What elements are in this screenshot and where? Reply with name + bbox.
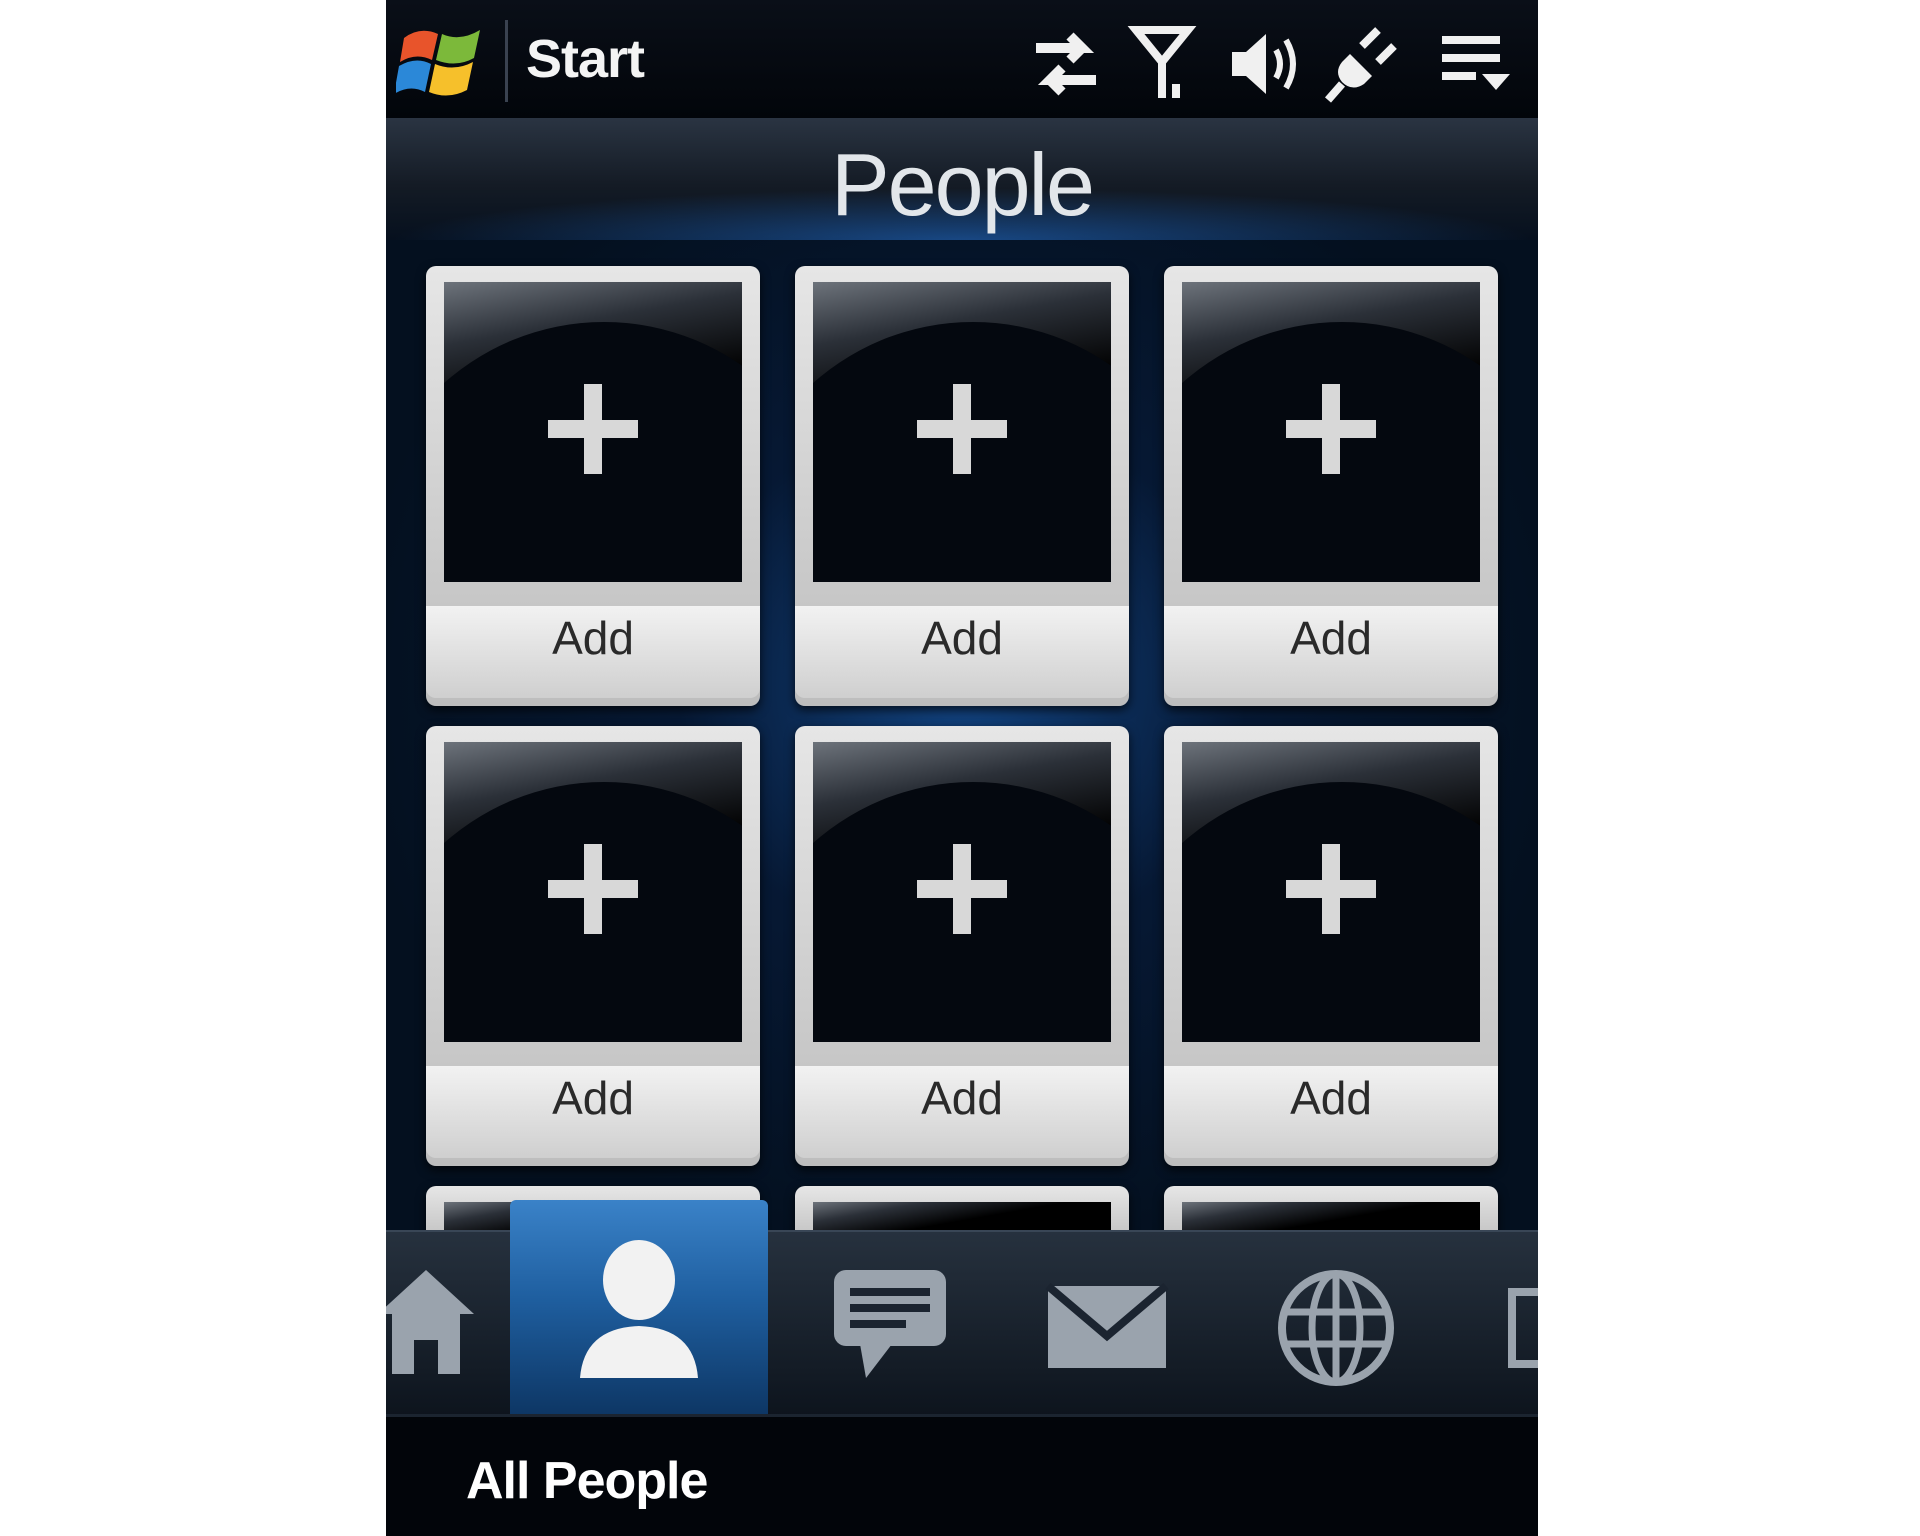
add-contact-tile[interactable]: Add <box>795 726 1129 1166</box>
add-contact-tile[interactable]: Add <box>1164 726 1498 1166</box>
globe-icon <box>1278 1270 1394 1386</box>
tab-mail[interactable] <box>1006 1232 1206 1416</box>
tile-label: Add <box>426 606 760 698</box>
partial-tab-icon <box>1508 1288 1538 1368</box>
tab-partial[interactable] <box>1506 1232 1538 1416</box>
partial-contact-tile[interactable] <box>1164 1186 1498 1230</box>
power-plug-icon[interactable] <box>1322 22 1402 106</box>
tile-label: Add <box>795 606 1129 698</box>
sync-arrows-icon[interactable] <box>1026 22 1106 106</box>
plus-icon <box>548 844 638 934</box>
all-people-softkey[interactable]: All People <box>466 1451 708 1511</box>
tile-label: Add <box>795 1066 1129 1158</box>
plus-icon <box>917 384 1007 474</box>
envelope-icon <box>1045 1282 1169 1368</box>
status-divider <box>505 20 508 102</box>
plus-icon <box>1286 844 1376 934</box>
add-contact-tile[interactable]: Add <box>426 266 760 706</box>
tab-internet[interactable] <box>1236 1232 1436 1416</box>
tab-messages[interactable] <box>786 1232 986 1416</box>
start-button[interactable]: Start <box>526 28 645 90</box>
page-title: People <box>830 135 1095 234</box>
signal-antenna-icon[interactable] <box>1126 22 1206 106</box>
tile-photo-placeholder <box>444 742 742 1042</box>
tile-label: Add <box>1164 606 1498 698</box>
add-contact-tile[interactable]: Add <box>1164 266 1498 706</box>
tile-photo-placeholder <box>813 742 1111 1042</box>
status-bar: Start <box>386 0 1538 118</box>
plus-icon <box>548 384 638 474</box>
message-bubble-icon <box>834 1270 946 1378</box>
page-header: People <box>386 118 1538 242</box>
home-icon <box>386 1270 474 1374</box>
tile-photo-placeholder <box>444 282 742 582</box>
plus-icon <box>917 844 1007 934</box>
speaker-volume-icon[interactable] <box>1226 22 1306 106</box>
tile-photo-placeholder <box>813 282 1111 582</box>
footer-bar: All People <box>386 1414 1538 1536</box>
windows-logo-icon[interactable] <box>396 16 488 108</box>
tile-photo-placeholder <box>813 1202 1111 1230</box>
tile-label: Add <box>426 1066 760 1158</box>
tile-photo-placeholder <box>1182 742 1480 1042</box>
phone-screen: Start People Add Add Add Add Add Add All… <box>386 0 1538 1536</box>
tile-photo-placeholder <box>1182 1202 1480 1230</box>
menu-dropdown-icon[interactable] <box>1436 22 1516 106</box>
tab-bar <box>386 1200 1538 1416</box>
plus-icon <box>1286 384 1376 474</box>
person-icon <box>580 1240 698 1378</box>
tile-photo-placeholder <box>1182 282 1480 582</box>
tile-label: Add <box>1164 1066 1498 1158</box>
partial-contact-tile[interactable] <box>795 1186 1129 1230</box>
add-contact-tile[interactable]: Add <box>795 266 1129 706</box>
contacts-grid: Add Add Add Add Add Add <box>386 240 1538 1230</box>
tab-people[interactable] <box>510 1200 768 1416</box>
tab-home[interactable] <box>386 1232 504 1416</box>
add-contact-tile[interactable]: Add <box>426 726 760 1166</box>
